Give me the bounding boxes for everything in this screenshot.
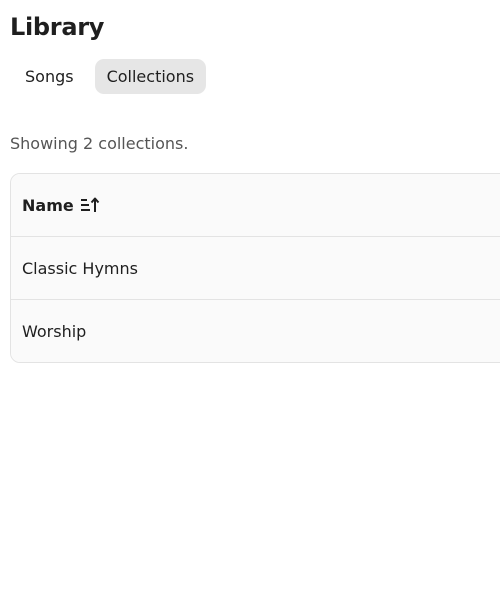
- sort-ascending-icon: [80, 196, 100, 214]
- tab-songs[interactable]: Songs: [10, 59, 95, 94]
- column-header-label: Name: [22, 195, 74, 215]
- row-name-cell: Worship: [22, 321, 87, 341]
- tab-collections[interactable]: Collections: [94, 59, 207, 94]
- table-row[interactable]: Worship: [11, 299, 500, 362]
- results-summary: Showing 2 collections.: [10, 134, 189, 153]
- row-name-cell: Classic Hymns: [22, 258, 138, 278]
- collections-table: Name Classic Hymns Worship: [10, 173, 500, 363]
- table-row[interactable]: Classic Hymns: [11, 237, 500, 299]
- column-header-name[interactable]: Name: [11, 174, 500, 237]
- page-title: Library: [10, 13, 105, 41]
- tab-bar: Songs Collections: [10, 59, 207, 94]
